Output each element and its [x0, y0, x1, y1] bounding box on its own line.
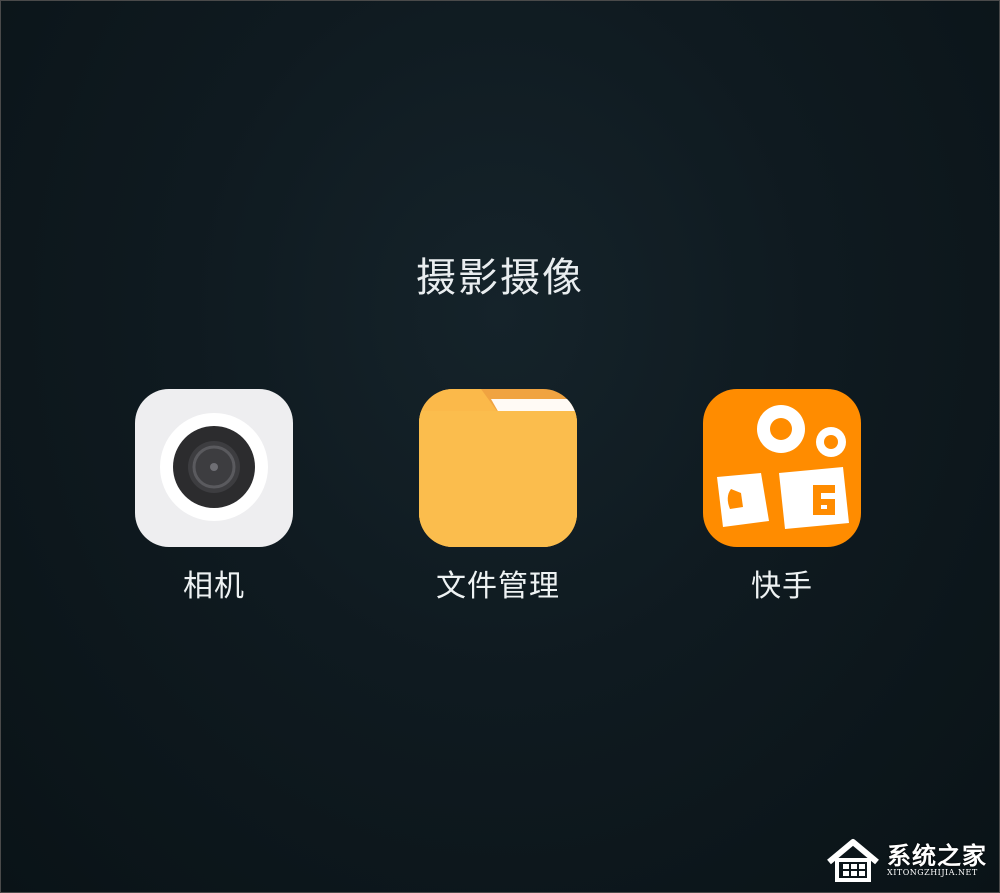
folder-title[interactable]: 摄影摄像: [1, 245, 999, 303]
folder-screen: 摄影摄像 相机 文件管理 快手 系统之家 XITONGZHIJIA.NET: [0, 0, 1000, 893]
app-label-camera: 相机: [183, 569, 245, 604]
kuaishou-icon[interactable]: [703, 389, 861, 547]
app-label-kuaishou: 快手: [751, 569, 813, 604]
watermark: 系统之家 XITONGZHIJIA.NET: [821, 832, 991, 888]
app-label-file-manager: 文件管理: [436, 569, 560, 604]
watermark-name: 系统之家: [887, 842, 987, 870]
folder-icon[interactable]: [419, 389, 577, 547]
house-logo-icon: [827, 839, 879, 882]
app-camera[interactable]: 相机: [104, 389, 324, 605]
app-file-manager[interactable]: 文件管理: [388, 389, 608, 605]
watermark-url: XITONGZHIJIA.NET: [887, 868, 978, 877]
camera-icon[interactable]: [135, 389, 293, 547]
app-kuaishou[interactable]: 快手: [672, 389, 892, 605]
